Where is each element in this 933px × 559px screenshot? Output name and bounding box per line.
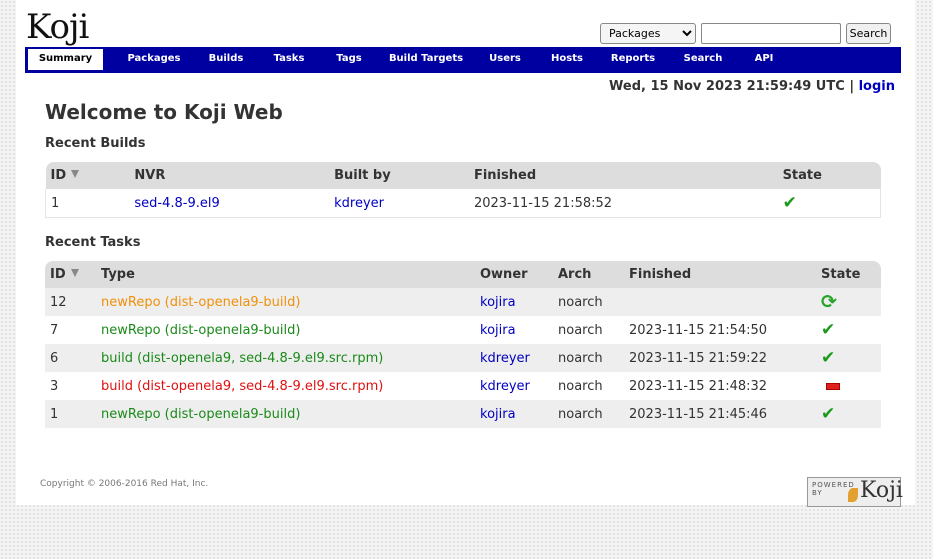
tab-summary[interactable]: Summary (28, 49, 103, 70)
column-header-state[interactable]: State (777, 162, 881, 189)
column-header-state[interactable]: State (816, 261, 881, 288)
table-row: 12 newRepo (dist-openela9-build) kojira … (45, 288, 881, 316)
current-datetime: Wed, 15 Nov 2023 21:59:49 UTC (609, 79, 845, 94)
recent-builds-table: ID NVR Built by Finished State 1 sed-4.8… (45, 162, 881, 218)
koji-logo[interactable]: Koji (26, 6, 89, 48)
state-closed-icon: ✔ (821, 404, 836, 424)
task-owner-link[interactable]: kojira (480, 295, 516, 310)
powered-by-koji-badge[interactable]: POWERED BY Koji (807, 477, 903, 507)
table-row: 6 build (dist-openela9, sed-4.8-9.el9.sr… (45, 344, 881, 372)
date-login-line: Wed, 15 Nov 2023 21:59:49 UTC | login (609, 79, 895, 94)
task-id: 3 (45, 372, 96, 400)
tab-search[interactable]: Search (668, 47, 738, 71)
tab-packages[interactable]: Packages (114, 47, 194, 71)
task-finished: 2023-11-15 21:54:50 (624, 316, 816, 344)
table-header-row: ID NVR Built by Finished State (45, 162, 881, 189)
tab-builds[interactable]: Builds (194, 47, 258, 71)
task-type-link[interactable]: newRepo (dist-openela9-build) (101, 407, 300, 422)
header-separator: | (849, 79, 855, 94)
tab-tasks[interactable]: Tasks (258, 47, 320, 71)
search-type-select[interactable]: Packages (600, 23, 696, 44)
sort-desc-icon[interactable] (71, 170, 80, 178)
task-arch: noarch (553, 288, 624, 316)
task-type-link[interactable]: build (dist-openela9, sed-4.8-9.el9.src.… (101, 351, 383, 366)
feather-icon (848, 488, 858, 502)
task-finished (624, 288, 816, 316)
state-open-icon: ⟳ (821, 291, 837, 313)
tab-users[interactable]: Users (474, 47, 536, 71)
column-header-finished[interactable]: Finished (624, 261, 816, 288)
column-header-id[interactable]: ID (45, 162, 130, 189)
column-header-finished[interactable]: Finished (468, 162, 778, 189)
task-owner-link[interactable]: kdreyer (480, 351, 530, 366)
column-header-nvr[interactable]: NVR (129, 162, 330, 189)
build-finished: 2023-11-15 21:58:52 (468, 189, 778, 218)
task-arch: noarch (553, 372, 624, 400)
task-type-link[interactable]: newRepo (dist-openela9-build) (101, 323, 300, 338)
page-container: Koji Packages Search Summary Packages Bu… (16, 0, 915, 507)
recent-tasks-heading: Recent Tasks (45, 235, 141, 250)
task-type-link[interactable]: newRepo (dist-openela9-build) (101, 295, 300, 310)
task-arch: noarch (553, 316, 624, 344)
tab-api[interactable]: API (738, 47, 790, 71)
column-header-arch[interactable]: Arch (553, 261, 624, 288)
task-id: 6 (45, 344, 96, 372)
recent-tasks-table: ID Type Owner Arch Finished State 12 new… (45, 261, 881, 428)
column-header-built-by[interactable]: Built by (329, 162, 469, 189)
login-link[interactable]: login (859, 79, 895, 94)
task-finished: 2023-11-15 21:59:22 (624, 344, 816, 372)
tab-reports[interactable]: Reports (598, 47, 668, 71)
state-failed-icon (826, 382, 840, 390)
task-id: 1 (45, 400, 96, 428)
main-nav: Summary Packages Builds Tasks Tags Build… (25, 47, 901, 73)
page-title: Welcome to Koji Web (45, 100, 283, 124)
build-nvr-link[interactable]: sed-4.8-9.el9 (134, 196, 219, 211)
column-header-owner[interactable]: Owner (475, 261, 553, 288)
copyright-text: Copyright © 2006-2016 Red Hat, Inc. (40, 479, 209, 489)
powered-by-label: POWERED BY (812, 481, 855, 497)
task-finished: 2023-11-15 21:45:46 (624, 400, 816, 428)
task-arch: noarch (553, 400, 624, 428)
sort-desc-icon[interactable] (70, 269, 79, 277)
search-button[interactable]: Search (846, 23, 891, 44)
build-owner-link[interactable]: kdreyer (334, 196, 384, 211)
state-closed-icon: ✔ (821, 320, 836, 340)
task-type-link[interactable]: build (dist-openela9, sed-4.8-9.el9.src.… (101, 379, 383, 394)
tab-tags[interactable]: Tags (320, 47, 378, 71)
tab-hosts[interactable]: Hosts (536, 47, 598, 71)
state-complete-icon: ✔ (782, 193, 797, 213)
task-owner-link[interactable]: kdreyer (480, 379, 530, 394)
table-row: 3 build (dist-openela9, sed-4.8-9.el9.sr… (45, 372, 881, 400)
task-id: 12 (45, 288, 96, 316)
table-header-row: ID Type Owner Arch Finished State (45, 261, 881, 288)
task-id: 7 (45, 316, 96, 344)
state-closed-icon: ✔ (821, 348, 836, 368)
tab-build-targets[interactable]: Build Targets (378, 47, 474, 71)
recent-builds-heading: Recent Builds (45, 136, 146, 151)
task-owner-link[interactable]: kojira (480, 407, 516, 422)
search-input[interactable] (701, 23, 841, 44)
table-row: 7 newRepo (dist-openela9-build) kojira n… (45, 316, 881, 344)
table-row: 1 sed-4.8-9.el9 kdreyer 2023-11-15 21:58… (45, 189, 881, 218)
task-arch: noarch (553, 344, 624, 372)
task-finished: 2023-11-15 21:48:32 (624, 372, 816, 400)
table-row: 1 newRepo (dist-openela9-build) kojira n… (45, 400, 881, 428)
column-header-type[interactable]: Type (96, 261, 475, 288)
column-header-id[interactable]: ID (45, 261, 96, 288)
task-owner-link[interactable]: kojira (480, 323, 516, 338)
powered-logo-text: Koji (860, 478, 903, 503)
build-id: 1 (45, 189, 130, 218)
